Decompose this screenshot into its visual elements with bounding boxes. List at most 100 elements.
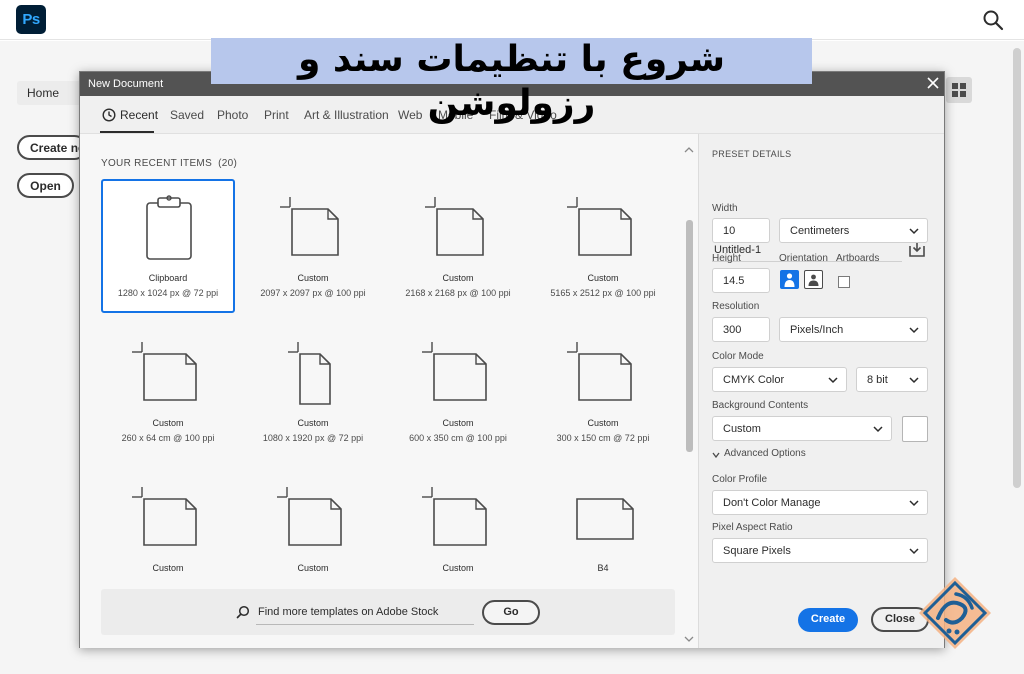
recent-items-count: (20): [218, 158, 238, 169]
recent-item-card[interactable]: Custom 260 x 64 cm @ 100 ppi: [101, 324, 235, 458]
clipboard-icon: [146, 195, 192, 260]
recent-item-name: Custom: [152, 418, 184, 428]
advanced-options-toggle[interactable]: Advanced Options: [724, 448, 806, 459]
recent-item-name: Custom: [587, 273, 619, 283]
artboards-label: Artboards: [836, 253, 880, 264]
tab-recent[interactable]: Recent: [120, 108, 158, 122]
preset-details-title: PRESET DETAILS: [712, 149, 792, 159]
document-icon: [422, 487, 487, 546]
recent-item-size: 2097 x 2097 px @ 100 ppi: [260, 288, 366, 298]
tab-print[interactable]: Print: [264, 108, 289, 122]
resolution-unit-select[interactable]: Pixels/Inch: [779, 317, 928, 342]
recent-item-name: Custom: [297, 563, 329, 573]
top-bar: [0, 0, 1024, 40]
document-icon: [132, 342, 197, 401]
recent-item-size: 1080 x 1920 px @ 72 ppi: [262, 433, 364, 443]
width-label: Width: [712, 203, 738, 214]
document-icon: [567, 342, 632, 401]
width-unit-select[interactable]: Centimeters: [779, 218, 928, 243]
color-mode-select[interactable]: CMYK Color: [712, 367, 847, 392]
open-button[interactable]: Open: [17, 173, 74, 198]
recent-item-size: 300 x 150 cm @ 72 ppi: [556, 433, 650, 443]
create-new-button[interactable]: Create new: [17, 135, 87, 160]
color-profile-label: Color Profile: [712, 474, 768, 485]
search-icon[interactable]: [982, 9, 1004, 31]
banner-title: شروع با تنظیمات سند و رزولوشن: [297, 39, 726, 124]
document-icon: [422, 342, 487, 401]
grid-view-icon[interactable]: [946, 77, 972, 103]
artboards-checkbox[interactable]: [838, 276, 850, 288]
tab-saved[interactable]: Saved: [170, 108, 204, 122]
recent-item-size: 1280 x 1024 px @ 72 ppi: [117, 288, 219, 298]
orientation-label: Orientation: [779, 253, 828, 264]
recent-item-card[interactable]: Custom 2168 x 2168 px @ 100 ppi: [391, 179, 525, 313]
stock-search-input[interactable]: Find more templates on Adobe Stock: [258, 606, 438, 618]
grid-scrollbar-thumb[interactable]: [686, 220, 693, 452]
chevron-down-icon: [909, 377, 919, 384]
pixel-aspect-ratio-value: Square Pixels: [723, 545, 791, 557]
tab-photo[interactable]: Photo: [217, 108, 248, 122]
portrait-orientation-button[interactable]: [780, 270, 799, 289]
recent-items-heading: YOUR RECENT ITEMS: [101, 158, 213, 169]
recent-item-card[interactable]: Custom: [246, 469, 380, 603]
recent-item-name: B4: [597, 563, 609, 573]
home-scrollbar[interactable]: [1013, 48, 1021, 488]
pixel-aspect-ratio-label: Pixel Aspect Ratio: [712, 522, 793, 533]
recent-item-size: 2168 x 2168 px @ 100 ppi: [405, 288, 511, 298]
color-mode-value: CMYK Color: [723, 374, 785, 386]
home-tab[interactable]: Home: [17, 81, 87, 105]
recent-item-name: Custom: [152, 563, 184, 573]
recent-item-card[interactable]: Custom 5165 x 2512 px @ 100 ppi: [536, 179, 670, 313]
tab-art-illustration[interactable]: Art & Illustration: [304, 108, 389, 122]
landscape-orientation-button[interactable]: [804, 270, 823, 289]
landscape-icon: [808, 274, 819, 286]
pixel-aspect-ratio-select[interactable]: Square Pixels: [712, 538, 928, 563]
recent-item-name: Custom: [442, 418, 474, 428]
recent-item-card[interactable]: B4: [536, 469, 670, 603]
document-icon: [277, 487, 342, 546]
watermark-logo: [919, 577, 991, 649]
recent-item-card[interactable]: Custom 1080 x 1920 px @ 72 ppi: [246, 324, 380, 458]
recent-item-name: Custom: [442, 563, 474, 573]
document-icon: [567, 197, 632, 256]
height-input[interactable]: 14.5: [712, 268, 770, 293]
background-contents-label: Background Contents: [712, 400, 809, 411]
bit-depth-select[interactable]: 8 bit: [856, 367, 928, 392]
height-label: Height: [712, 253, 741, 264]
recent-item-size: 600 x 350 cm @ 100 ppi: [409, 433, 507, 443]
clock-icon: [102, 108, 116, 122]
go-button[interactable]: Go: [482, 600, 540, 625]
document-icon: [132, 487, 197, 546]
recent-item-name: Custom: [297, 418, 329, 428]
stock-input-underline: [256, 624, 474, 625]
recent-item-card[interactable]: Clipboard 1280 x 1024 px @ 72 ppi: [101, 179, 235, 313]
recent-item-name: Custom: [442, 273, 474, 283]
scroll-up-icon[interactable]: [684, 146, 694, 154]
resolution-input[interactable]: 300: [712, 317, 770, 342]
active-tab-indicator: [100, 131, 154, 133]
close-icon[interactable]: [926, 76, 940, 90]
recent-item-card[interactable]: Custom: [101, 469, 235, 603]
background-contents-select[interactable]: Custom: [712, 416, 892, 441]
background-contents-value: Custom: [723, 423, 761, 435]
color-profile-select[interactable]: Don't Color Manage: [712, 490, 928, 515]
recent-item-name: Custom: [587, 418, 619, 428]
tab-web[interactable]: Web: [398, 108, 422, 122]
create-button[interactable]: Create: [798, 608, 858, 632]
recent-item-card[interactable]: Custom 2097 x 2097 px @ 100 ppi: [246, 179, 380, 313]
background-color-swatch[interactable]: [902, 416, 928, 442]
width-input[interactable]: 10: [712, 218, 770, 243]
recent-item-name: Custom: [297, 273, 329, 283]
chevron-down-icon: [909, 228, 919, 235]
chevron-down-icon[interactable]: [712, 452, 720, 458]
document-icon: [425, 197, 484, 256]
recent-item-card[interactable]: Custom 300 x 150 cm @ 72 ppi: [536, 324, 670, 458]
document-icon: [288, 342, 331, 405]
chevron-down-icon: [909, 548, 919, 555]
bit-depth-value: 8 bit: [867, 374, 888, 386]
recent-item-card[interactable]: Custom 600 x 350 cm @ 100 ppi: [391, 324, 525, 458]
scroll-down-icon[interactable]: [684, 635, 694, 643]
width-unit-value: Centimeters: [790, 225, 850, 237]
recent-item-card[interactable]: Custom: [391, 469, 525, 603]
photoshop-logo[interactable]: Ps: [16, 5, 46, 34]
